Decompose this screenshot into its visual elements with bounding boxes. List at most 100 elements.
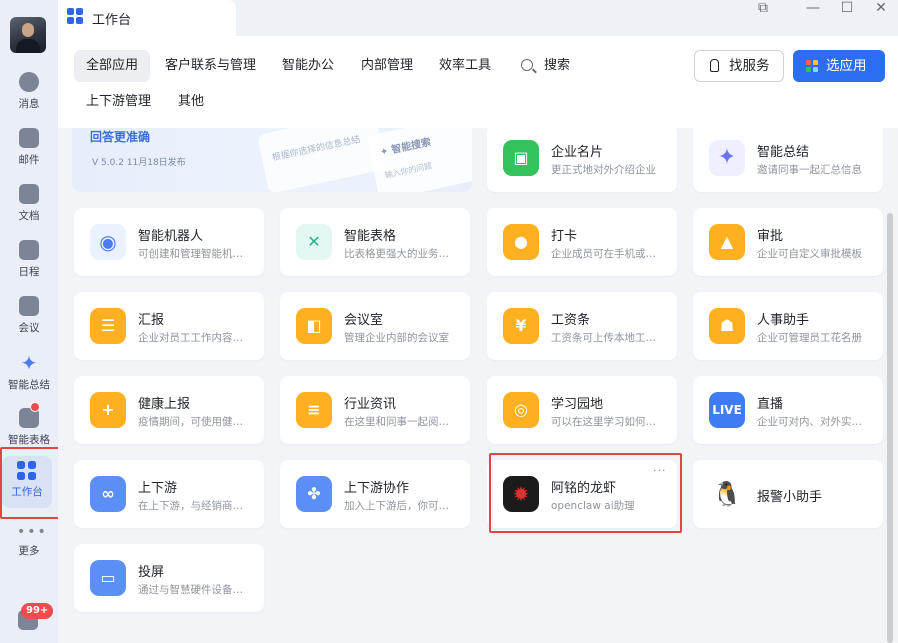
app-desc: 企业可自定义审批模板	[757, 248, 862, 260]
sidebar-item-mail[interactable]: 邮件	[0, 124, 58, 176]
app-card[interactable]: ◉ 智能机器人 可创建和管理智能机器人	[74, 208, 264, 276]
banner-card-hint: 根据你选择的信息总结	[271, 134, 362, 164]
app-card[interactable]: ∞ 上下游 在上下游，与经销商、供应商	[74, 460, 264, 528]
app-card[interactable]: ● 打卡 企业成员可在手机或电脑打卡	[487, 208, 677, 276]
select-app-label: 选应用	[826, 58, 867, 74]
app-name: 上下游协作	[344, 481, 410, 496]
app-card[interactable]: ≡ 行业资讯 在这里和同事一起阅读资讯	[280, 376, 470, 444]
stamp-icon: ▲	[709, 224, 745, 260]
lightbulb-icon	[710, 59, 719, 72]
app-card[interactable]: ▭ 投屏 通过与智慧硬件设备进行投屏	[74, 544, 264, 612]
planet-icon: ◎	[503, 392, 539, 428]
app-name: 打卡	[551, 229, 578, 244]
chat-bubble-icon	[19, 72, 39, 92]
category-supply-chain[interactable]: 上下游管理	[74, 86, 163, 118]
app-name: 企业名片	[551, 145, 604, 160]
app-desc: 在上下游，与经销商、供应商	[138, 500, 250, 512]
app-card[interactable]: ☰ 汇报 企业对员工工作内容进行汇报	[74, 292, 264, 360]
category-smart-office[interactable]: 智能办公	[270, 50, 346, 82]
select-app-button[interactable]: 选应用	[793, 50, 885, 82]
workbench-grid-icon	[67, 8, 83, 24]
app-card[interactable]: ✦ 智能总结 邀请同事一起汇总信息	[693, 128, 883, 192]
app-name: 会议室	[344, 313, 384, 328]
tab-workbench[interactable]: 工作台	[58, 0, 236, 36]
category-efficiency[interactable]: 效率工具	[427, 50, 503, 82]
collaboration-icon: ✤	[296, 476, 332, 512]
person-icon: ☗	[709, 308, 745, 344]
app-name: 智能机器人	[138, 229, 204, 244]
find-service-label: 找服务	[729, 58, 770, 74]
payslip-icon: ¥	[503, 308, 539, 344]
sidebar-item-label: 智能表格	[8, 434, 50, 446]
app-desc: 更正式地对外介绍企业	[551, 164, 656, 176]
app-desc: 企业成员可在手机或电脑打卡	[551, 248, 663, 260]
more-icon[interactable]: •••	[17, 524, 48, 540]
category-internal[interactable]: 内部管理	[349, 50, 425, 82]
category-customer[interactable]: 客户联系与管理	[153, 50, 268, 82]
app-desc: 管理企业内部的会议室	[344, 332, 449, 344]
app-name: 汇报	[138, 313, 165, 328]
app-name: 报警小助手	[757, 490, 823, 505]
sidebar-item-messages[interactable]: 消息	[0, 68, 58, 120]
banner-input-hint: 输入你的问题	[384, 161, 433, 181]
app-card[interactable]: ✤ 上下游协作 加入上下游后，你可以协作	[280, 460, 470, 528]
highlight-box-app	[489, 453, 682, 533]
search-label: 搜索	[544, 58, 571, 73]
search-icon	[521, 59, 533, 71]
app-desc: 可以在这里学习如何使用	[551, 416, 663, 428]
banner-text: 回答更准确	[90, 130, 151, 144]
scrollbar[interactable]	[887, 213, 893, 643]
minimize-icon[interactable]: —	[798, 0, 828, 18]
app-desc: 比表格更强大的业务管理	[344, 248, 456, 260]
app-card[interactable]: ☗ 人事助手 企业可管理员工花名册	[693, 292, 883, 360]
news-icon: ≡	[296, 392, 332, 428]
pin-window-icon[interactable]: ⧉	[748, 0, 778, 18]
category-all[interactable]: 全部应用	[74, 50, 151, 82]
health-report-icon: +	[90, 392, 126, 428]
app-name: 上下游	[138, 481, 178, 496]
app-name: 健康上报	[138, 397, 191, 412]
sidebar-item-docs[interactable]: 文档	[0, 180, 58, 232]
main-panel: 工作台 ⧉ — ☐ ✕ 全部应用 客户联系与管理 智能办公 内部管理 效率工具 …	[58, 0, 898, 643]
app-list-area: 回答更准确 V 5.0.2 11月18日发布 根据你选择的信息总结 ✦ 智能搜索…	[58, 128, 898, 643]
app-card[interactable]: ¥ 工资条 工资条可上传本地工资表	[487, 292, 677, 360]
sparkle-icon: ✦	[709, 140, 745, 176]
app-name: 直播	[757, 397, 784, 412]
sidebar-item-meeting[interactable]: 会议	[0, 292, 58, 344]
app-desc: 企业可对内、对外实时直播	[757, 416, 869, 428]
app-card[interactable]: ▣ 企业名片 更正式地对外介绍企业	[487, 128, 677, 192]
sidebar-item-label: 日程	[18, 266, 40, 278]
search-button[interactable]: 搜索	[508, 50, 623, 82]
app-card[interactable]: ◧ 会议室 管理企业内部的会议室	[280, 292, 470, 360]
find-service-button[interactable]: 找服务	[694, 50, 784, 82]
maximize-icon[interactable]: ☐	[832, 0, 862, 18]
smart-sheet-icon: ✕	[296, 224, 332, 260]
close-icon[interactable]: ✕	[866, 0, 896, 18]
docs-icon	[19, 184, 39, 204]
app-card[interactable]: 🐧 报警小助手	[693, 460, 883, 528]
app-card[interactable]: ✕ 智能表格 比表格更强大的业务管理	[280, 208, 470, 276]
app-desc: 工资条可上传本地工资表	[551, 332, 663, 344]
notification-dot	[30, 402, 40, 412]
sidebar-item-label: 邮件	[18, 154, 40, 166]
app-card[interactable]: LIVE 直播 企业可对内、对外实时直播	[693, 376, 883, 444]
sidebar-more-label[interactable]: 更多	[0, 543, 58, 558]
calendar-icon	[19, 240, 39, 260]
banner-version: V 5.0.2 11月18日发布	[92, 158, 186, 168]
app-card[interactable]: + 健康上报 疫情期间，可使用健康上报	[74, 376, 264, 444]
colorful-grid-icon	[806, 60, 818, 72]
sidebar-item-calendar[interactable]: 日程	[0, 236, 58, 288]
category-other[interactable]: 其他	[166, 86, 216, 118]
business-card-icon: ▣	[503, 140, 539, 176]
title-bar: 工作台 ⧉ — ☐ ✕	[58, 0, 898, 36]
sidebar-item-smart-summary[interactable]: ✦ 智能总结	[0, 349, 58, 401]
app-desc: 通过与智慧硬件设备进行投屏	[138, 584, 250, 596]
live-icon: LIVE	[709, 392, 745, 428]
app-card[interactable]: ▲ 审批 企业可自定义审批模板	[693, 208, 883, 276]
app-name: 工资条	[551, 313, 591, 328]
feature-banner[interactable]: 回答更准确 V 5.0.2 11月18日发布 根据你选择的信息总结 ✦ 智能搜索…	[72, 128, 472, 192]
sidebar-item-label: 消息	[18, 98, 40, 110]
avatar[interactable]	[10, 17, 46, 53]
app-card[interactable]: ◎ 学习园地 可以在这里学习如何使用	[487, 376, 677, 444]
meeting-icon	[19, 296, 39, 316]
